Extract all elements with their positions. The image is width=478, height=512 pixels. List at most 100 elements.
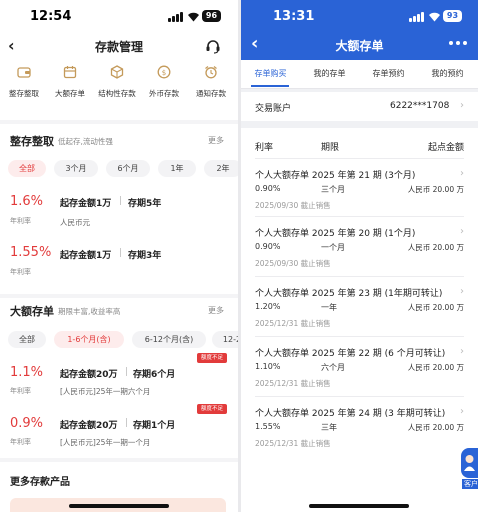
fixed-deposit-section: 整存整取 低起存,流动性强 更多 全部 3个月 6个月 1年 2年 1.6% 年… xyxy=(0,124,238,294)
filter-pill-1-6m[interactable]: 1-6个月(含) xyxy=(54,331,124,348)
product-rate-label: 年利率 xyxy=(10,438,31,446)
quick-action-label: 大额存单 xyxy=(55,89,85,98)
deposit-min-amount: 人民币 20.00 万 xyxy=(407,423,464,432)
right-screen: 13:31 93 ‹ 大额存单 存单购买 我的存单 存单预约 我的预约 交易账户… xyxy=(241,0,478,512)
section-title: 整存整取 xyxy=(10,135,54,148)
large-deposit-section: 大额存单 期限丰富,收益率高 更多 全部 1-6个月(含) 6-12个月(含) … xyxy=(0,298,238,458)
deposit-deadline: 2025/12/31 截止销售 xyxy=(255,379,331,388)
deposit-min-amount: 人民币 20.00 万 xyxy=(407,243,464,252)
quick-action-foreign-deposit[interactable]: $ 外币存款 xyxy=(144,64,184,99)
status-time: 12:54 xyxy=(30,9,72,24)
product-min-amount: 起存金额1万 xyxy=(60,199,112,209)
trading-account-row[interactable]: 交易账户 6222***1708 › xyxy=(241,92,478,121)
filter-pill-6m[interactable]: 6个月 xyxy=(106,160,150,177)
column-header-min-amount: 起点金额 xyxy=(427,143,464,153)
signal-icon xyxy=(168,12,184,22)
alarm-clock-icon xyxy=(205,66,217,79)
section-subtitle: 低起存,流动性强 xyxy=(58,137,113,146)
deposit-deadline: 2025/09/30 截止销售 xyxy=(255,201,331,210)
home-indicator xyxy=(309,504,409,508)
coin-icon: $ xyxy=(157,65,171,79)
divider xyxy=(255,216,464,217)
product-rate: 1.6% xyxy=(10,194,44,209)
chevron-right-icon: › xyxy=(460,406,464,417)
filter-pill-12m-plus[interactable]: 12-2 xyxy=(212,331,238,348)
divider: | xyxy=(119,196,123,206)
tab-my-deposits[interactable]: 我的存单 xyxy=(302,60,357,88)
product-rate-label: 年利率 xyxy=(10,217,31,225)
account-number: 6222***1708 xyxy=(390,101,450,111)
page-title: 大额存单 xyxy=(335,39,384,53)
deposit-title: 个人大额存单 2025 年第 23 期 (1年期可转让) xyxy=(255,289,443,299)
page-title: 存款管理 xyxy=(94,40,143,54)
quick-action-label: 整存整取 xyxy=(9,89,39,98)
tab-purchase[interactable]: 存单购买 xyxy=(243,60,298,88)
product-description: [人民币元]25年一期六个月 xyxy=(60,387,151,396)
deposit-rate: 0.90% xyxy=(255,242,281,251)
deposit-term: 一年 xyxy=(321,303,337,312)
deposit-deadline: 2025/09/30 截止销售 xyxy=(255,259,331,268)
product-min-amount: 起存金额1万 xyxy=(60,251,112,261)
product-rate: 1.1% xyxy=(10,365,44,380)
quick-action-fixed-deposit[interactable]: 整存整取 xyxy=(4,64,44,99)
customer-service-button[interactable]: 客户 xyxy=(461,448,478,490)
divider: | xyxy=(119,248,123,258)
product-term: 存期1个月 xyxy=(133,421,176,431)
more-options-icon[interactable] xyxy=(449,38,469,48)
divider: | xyxy=(125,418,129,428)
chevron-right-icon: › xyxy=(460,100,464,111)
headset-icon[interactable] xyxy=(205,38,221,54)
product-term: 存期5年 xyxy=(128,199,162,209)
wifi-icon xyxy=(188,12,199,22)
filter-pill-all[interactable]: 全部 xyxy=(8,331,46,348)
wallet-card-icon xyxy=(17,67,31,78)
more-link[interactable]: 更多 xyxy=(208,135,224,146)
section-title: 更多存款产品 xyxy=(10,477,70,488)
column-header-term: 期限 xyxy=(321,143,340,153)
avatar xyxy=(461,448,478,478)
divider xyxy=(255,276,464,277)
filter-pill-3m[interactable]: 3个月 xyxy=(54,160,98,177)
battery-icon: 93 xyxy=(443,10,462,22)
more-link[interactable]: 更多 xyxy=(208,305,224,316)
status-time: 13:31 xyxy=(273,9,315,24)
filter-pill-6-12m[interactable]: 6-12个月(含) xyxy=(132,331,206,348)
deposit-term: 一个月 xyxy=(321,243,345,252)
quick-action-label: 外币存款 xyxy=(149,89,179,98)
product-description: [人民币元]25年一期一个月 xyxy=(60,438,151,447)
quick-action-large-deposit[interactable]: 大额存单 xyxy=(50,64,90,99)
calendar-icon xyxy=(63,66,77,79)
chevron-right-icon: › xyxy=(460,286,464,297)
product-rate-label: 年利率 xyxy=(10,387,31,395)
product-term: 存期6个月 xyxy=(133,370,176,380)
deposit-title: 个人大额存单 2025 年第 21 期 (3个月) xyxy=(255,171,416,181)
deposit-term: 六个月 xyxy=(321,363,345,372)
quick-action-notice-deposit[interactable]: 通知存款 xyxy=(191,64,231,99)
section-subtitle: 期限丰富,收益率高 xyxy=(58,307,121,316)
filter-pill-2y[interactable]: 2年 xyxy=(204,160,238,177)
deposit-rate: 1.20% xyxy=(255,302,281,311)
divider xyxy=(255,158,464,159)
agent-avatar-icon xyxy=(464,455,475,471)
filter-pill-1y[interactable]: 1年 xyxy=(158,160,196,177)
right-header: 13:31 93 ‹ 大额存单 xyxy=(241,0,478,60)
tab-reservation[interactable]: 存单预约 xyxy=(361,60,416,88)
divider xyxy=(255,336,464,337)
deposit-term: 三年 xyxy=(321,423,337,432)
deposit-min-amount: 人民币 20.00 万 xyxy=(407,303,464,312)
chevron-right-icon: › xyxy=(460,226,464,237)
divider: | xyxy=(125,367,129,377)
tab-my-reservations[interactable]: 我的预约 xyxy=(420,60,475,88)
deposit-list: 利率 期限 起点金额 个人大额存单 2025 年第 21 期 (3个月) › 0… xyxy=(241,128,478,512)
product-min-amount: 起存金额20万 xyxy=(60,421,118,431)
filter-pill-all[interactable]: 全部 xyxy=(8,160,46,177)
deposit-deadline: 2025/12/31 截止销售 xyxy=(255,319,331,328)
divider xyxy=(255,396,464,397)
chevron-right-icon: › xyxy=(460,168,464,179)
section-title: 大额存单 xyxy=(10,305,54,318)
product-min-amount: 起存金额20万 xyxy=(60,370,118,380)
quick-action-structured-deposit[interactable]: 结构性存款 xyxy=(97,64,137,99)
deposit-rate: 0.90% xyxy=(255,184,281,193)
deposit-term: 三个月 xyxy=(321,185,345,194)
tab-bar: 存单购买 我的存单 存单预约 我的预约 xyxy=(241,60,478,89)
